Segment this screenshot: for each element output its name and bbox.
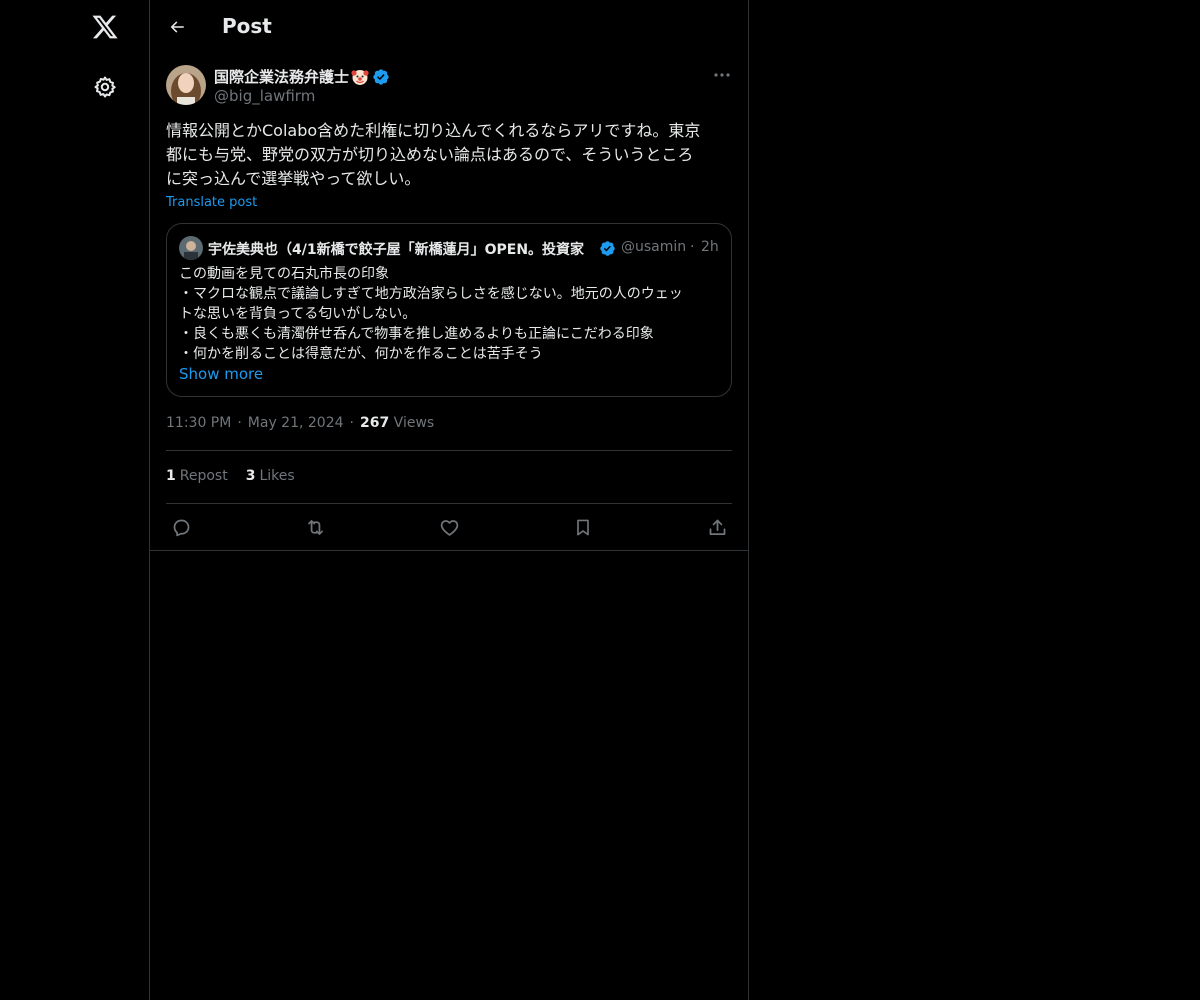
post-text: 情報公開とかColabo含めた利権に切り込んでくれるならアリですね。東京 都にも…: [166, 121, 701, 188]
quote-timestamp: 2h: [701, 239, 719, 255]
action-bar: [150, 504, 748, 551]
likes-count: 3: [245, 468, 256, 484]
translate-post-link[interactable]: Translate post: [166, 195, 257, 210]
quote-text-line: ・何かを削ることは得意だが、何かを作ることは苦手そう: [179, 346, 543, 362]
more-horizontal-icon: [714, 73, 730, 77]
bookmark-icon[interactable]: [571, 515, 595, 539]
quote-text: この動画を見ての石丸市長の印象 ・マクロな観点で議論しすぎて地方政治家らしさを感…: [179, 264, 724, 364]
quote-text-line: ・良くも悪くも清濁併せ呑んで物事を推し進めるよりも正論にこだわる印象: [179, 326, 654, 342]
page-title: Post: [222, 14, 272, 38]
quote-separator: ·: [690, 239, 695, 255]
verified-badge-icon: [372, 68, 390, 86]
quoted-post[interactable]: 宇佐美典也（4/1新橋で餃子屋「新橋蓮月」OPEN。投資家 @usamin · …: [166, 223, 732, 397]
like-icon[interactable]: [437, 515, 461, 539]
meta-dot: ·: [237, 415, 242, 431]
post-time[interactable]: 11:30 PM: [166, 415, 231, 431]
quote-author-name: 宇佐美典也（4/1新橋で餃子屋「新橋蓮月」OPEN。投資家: [208, 242, 585, 258]
show-more-link[interactable]: Show more: [179, 365, 263, 383]
views-count: 267: [359, 415, 390, 431]
likes-stat[interactable]: 3 Likes: [246, 468, 295, 484]
divider: [166, 450, 732, 451]
x-logo-icon[interactable]: [84, 6, 126, 48]
repost-icon[interactable]: [303, 515, 327, 539]
post-date[interactable]: May 21, 2024: [248, 415, 344, 431]
page-header: Post: [150, 0, 748, 53]
likes-label: Likes: [259, 468, 295, 484]
author-name-label: 国際企業法務弁護士: [214, 68, 350, 86]
views-label: Views: [393, 415, 435, 431]
clown-face-icon: [351, 68, 369, 86]
author-handle[interactable]: @big_lawfirm: [214, 87, 315, 105]
quote-author-handle: @usamin: [621, 239, 687, 255]
quote-text-line: ・マクロな観点で議論しすぎて地方政治家らしさを感じない。地元の人のウェッ: [179, 286, 683, 302]
repost-stat[interactable]: 1 Repost: [166, 468, 228, 484]
arrow-left-icon: [170, 21, 184, 33]
post-meta: 11:30 PM · May 21, 2024 · 267 Views: [166, 415, 434, 431]
gear-icon[interactable]: [84, 66, 126, 108]
main-column: Post 国際企業法務弁護士 @big_lawfirm 情報公開とかColabo…: [150, 0, 749, 1000]
meta-dot: ·: [349, 415, 354, 431]
more-options-button[interactable]: [708, 64, 736, 86]
repost-label: Repost: [179, 468, 228, 484]
reply-icon[interactable]: [169, 515, 193, 539]
quote-text-line: トな思いを背負ってる匂いがしない。: [179, 306, 417, 322]
left-nav: [0, 0, 150, 1000]
post-stats: 1 Repost 3 Likes: [166, 468, 313, 484]
repost-count: 1: [166, 468, 176, 484]
verified-badge-icon: [599, 240, 616, 257]
share-icon[interactable]: [705, 515, 729, 539]
back-button[interactable]: [160, 10, 194, 44]
quote-avatar: [179, 236, 203, 260]
quote-text-line: この動画を見ての石丸市長の印象: [179, 266, 389, 282]
avatar[interactable]: [166, 65, 206, 105]
author-name[interactable]: 国際企業法務弁護士: [214, 66, 390, 87]
